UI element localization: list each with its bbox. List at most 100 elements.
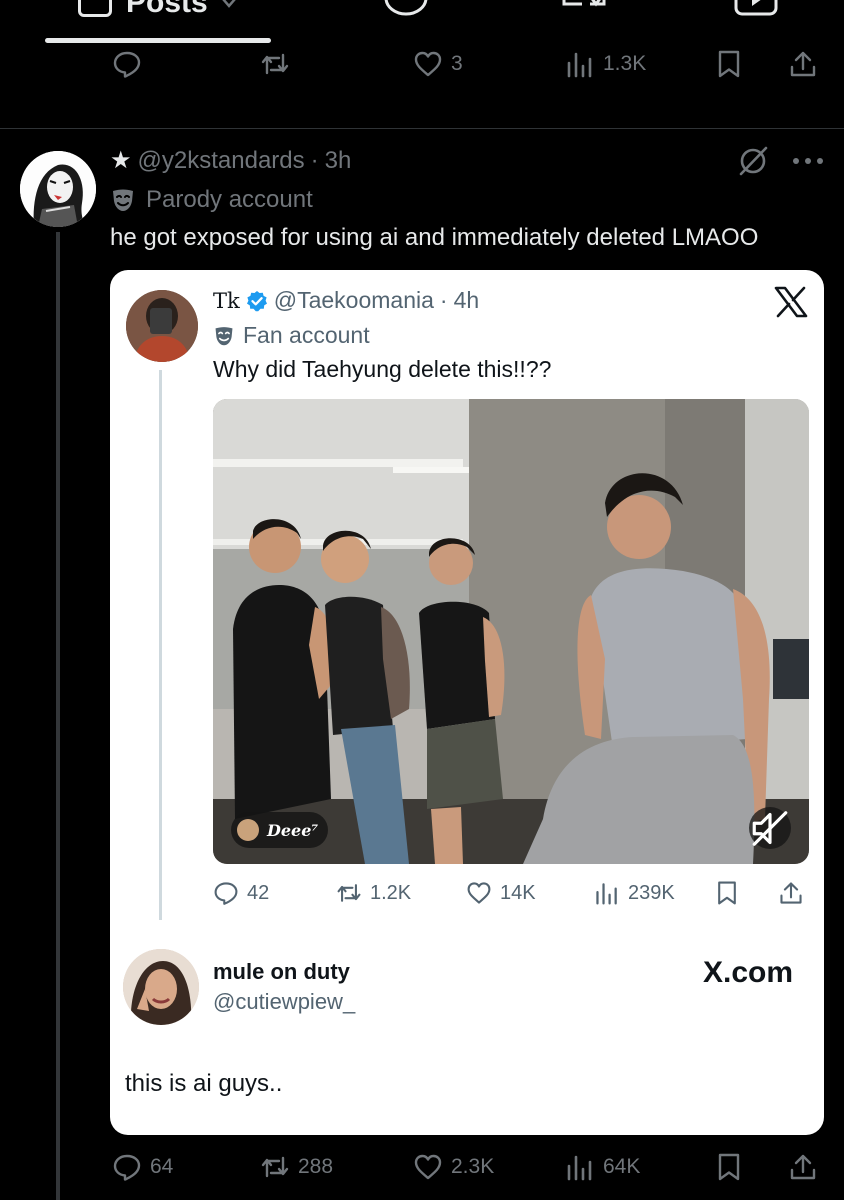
views-count: 64K xyxy=(603,1155,641,1178)
views-count: 1.3K xyxy=(603,52,647,75)
repost-icon xyxy=(261,53,289,75)
like-count: 3 xyxy=(451,52,463,75)
quoted-handle[interactable]: @Taekoomania xyxy=(274,287,434,314)
quoted-share-button[interactable] xyxy=(778,873,804,913)
bookmark-icon xyxy=(718,881,736,905)
post-menu xyxy=(736,144,824,178)
quoted-repost-button[interactable]: 1.2K xyxy=(336,873,411,913)
grok-icon[interactable] xyxy=(736,144,770,178)
reply-avatar[interactable] xyxy=(123,949,199,1025)
quoted-avatar-photo xyxy=(126,290,198,362)
bookmark-button[interactable] xyxy=(714,1147,744,1187)
star-icon: ★ xyxy=(110,147,132,174)
avatar[interactable] xyxy=(20,151,96,227)
reply-handle[interactable]: @cutiewpiew_ xyxy=(213,989,355,1015)
mask-icon xyxy=(215,326,233,345)
share-icon xyxy=(790,51,816,77)
like-button[interactable]: 3 xyxy=(413,44,463,84)
post-time[interactable]: 3h xyxy=(325,147,352,175)
watermark-avatar xyxy=(237,819,259,841)
bookmark-icon xyxy=(718,1153,740,1181)
parody-badge: Parody account xyxy=(110,186,313,214)
views-button[interactable]: 64K xyxy=(565,1147,640,1187)
quoted-reply-count: 42 xyxy=(247,881,270,904)
posts-tab-icon xyxy=(78,0,112,17)
post-handle[interactable]: @y2kstandards xyxy=(138,147,305,175)
video-thumbnail xyxy=(213,399,809,864)
verified-badge-icon xyxy=(246,290,267,311)
quoted-header: Tk @Taekoomania · 4h xyxy=(213,287,479,314)
reply-button[interactable]: 64 xyxy=(112,1147,173,1187)
share-button[interactable] xyxy=(788,44,818,84)
quoted-views-count: 239K xyxy=(628,881,675,904)
tab-posts[interactable]: Posts xyxy=(78,0,236,20)
like-count: 2.3K xyxy=(451,1155,495,1178)
chevron-down-icon[interactable] xyxy=(221,0,236,8)
like-button[interactable]: 2.3K xyxy=(413,1147,494,1187)
post-separator: · xyxy=(310,146,319,174)
tab-media-icon[interactable] xyxy=(560,0,608,18)
post-action-bar: 64 288 2.3K 64K xyxy=(0,1147,844,1187)
reply-text: this is ai guys.. xyxy=(125,1070,283,1097)
post-text: he got exposed for using ai and immediat… xyxy=(110,224,759,251)
fan-account-label: Fan account xyxy=(243,322,370,348)
quoted-reply-button[interactable]: 42 xyxy=(213,873,269,913)
quoted-text: Why did Taehyung delete this!!?? xyxy=(213,356,552,382)
avatar-illustration xyxy=(20,151,96,227)
views-chart-icon xyxy=(596,883,617,905)
quoted-views-button[interactable]: 239K xyxy=(594,873,675,913)
thread-line xyxy=(56,232,60,1200)
quoted-separator: · xyxy=(439,287,448,313)
tab-replies-icon[interactable] xyxy=(382,0,430,18)
quoted-repost-count: 1.2K xyxy=(370,881,412,904)
tab-videos-icon[interactable] xyxy=(732,0,780,18)
reply-avatar-photo xyxy=(123,949,199,1025)
quoted-avatar[interactable] xyxy=(126,290,198,362)
views-button[interactable]: 1.3K xyxy=(565,44,646,84)
post-header: ★ @y2kstandards · 3h xyxy=(110,146,351,175)
quoted-like-count: 14K xyxy=(500,881,536,904)
speaker-muted-icon xyxy=(752,810,788,846)
video-watermark: Deee⁷ xyxy=(231,812,329,848)
quoted-action-bar: 42 1.2K 14K 239K xyxy=(110,873,824,913)
quoted-like-button[interactable]: 14K xyxy=(466,873,536,913)
fan-account-badge: Fan account xyxy=(213,322,370,349)
mute-button[interactable] xyxy=(749,807,791,849)
repost-count: 288 xyxy=(298,1155,334,1178)
bookmark-button[interactable] xyxy=(714,44,744,84)
repost-button[interactable] xyxy=(260,44,298,84)
heart-icon xyxy=(467,882,491,904)
quoted-time[interactable]: 4h xyxy=(454,287,480,314)
profile-tab-strip: Posts xyxy=(0,0,844,46)
mask-icon xyxy=(113,189,133,211)
quoted-thread-line xyxy=(159,370,162,920)
heart-icon xyxy=(414,51,442,77)
reply-name[interactable]: mule on duty xyxy=(213,959,350,985)
reply-button[interactable] xyxy=(112,44,150,84)
embedded-screenshot-card[interactable]: Tk @Taekoomania · 4h Fan account Why did… xyxy=(110,270,824,1135)
repost-button[interactable]: 288 xyxy=(260,1147,333,1187)
share-icon xyxy=(780,882,802,904)
video-media[interactable]: Deee⁷ xyxy=(213,399,809,864)
more-options-icon[interactable] xyxy=(792,156,824,166)
x-com-label: X.com xyxy=(702,956,793,989)
watermark-text: Deee⁷ xyxy=(267,820,319,840)
reply-icon xyxy=(113,1154,141,1181)
reply-icon xyxy=(214,882,238,905)
tab-posts-label: Posts xyxy=(126,0,208,19)
share-icon xyxy=(790,1154,816,1180)
repost-icon xyxy=(261,1156,289,1178)
quoted-bookmark-button[interactable] xyxy=(714,873,740,913)
views-chart-icon xyxy=(567,1155,592,1181)
active-tab-indicator xyxy=(45,38,271,43)
quoted-name[interactable]: Tk xyxy=(213,289,240,313)
heart-icon xyxy=(414,1154,442,1180)
prev-post-action-bar: 3 1.3K xyxy=(0,44,844,84)
reply-count: 64 xyxy=(150,1155,174,1178)
x-logo-icon[interactable] xyxy=(774,286,808,318)
views-chart-icon xyxy=(567,52,592,78)
share-button[interactable] xyxy=(788,1147,818,1187)
bookmark-icon xyxy=(718,50,740,78)
parody-label: Parody account xyxy=(146,186,313,213)
repost-icon xyxy=(337,884,361,902)
